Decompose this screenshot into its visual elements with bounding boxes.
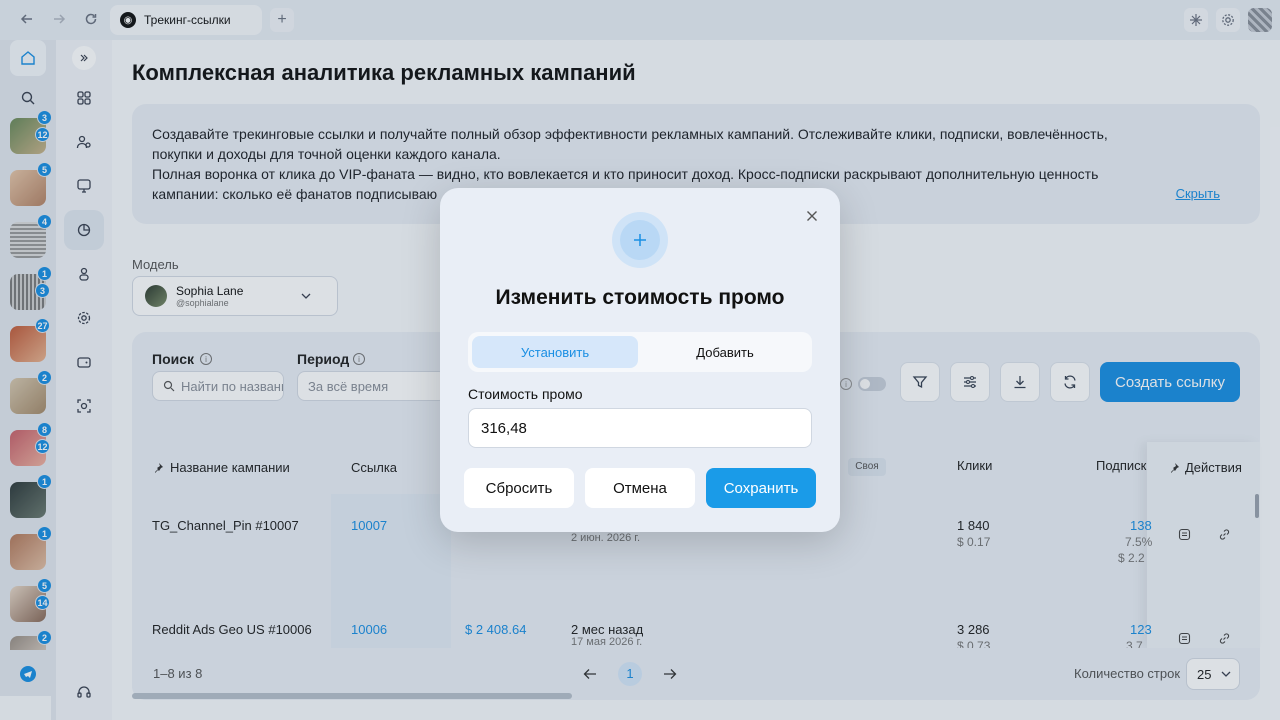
save-button[interactable]: Сохранить [706, 468, 816, 508]
tab-add[interactable]: Добавить [642, 336, 808, 368]
modal-title: Изменить стоимость промо [495, 286, 785, 309]
tab-set[interactable]: Установить [472, 336, 638, 368]
close-icon[interactable] [804, 208, 820, 224]
cancel-button[interactable]: Отмена [585, 468, 695, 508]
reset-button[interactable]: Сбросить [464, 468, 574, 508]
promo-cost-input[interactable]: 316,48 [468, 408, 812, 448]
mode-switch: Установить Добавить [468, 332, 812, 372]
plus-icon-inner [620, 220, 660, 260]
edit-promo-cost-dialog: Изменить стоимость промо Установить Доба… [440, 188, 840, 532]
promo-cost-label: Стоимость промо [468, 386, 583, 402]
plus-icon [612, 212, 668, 268]
